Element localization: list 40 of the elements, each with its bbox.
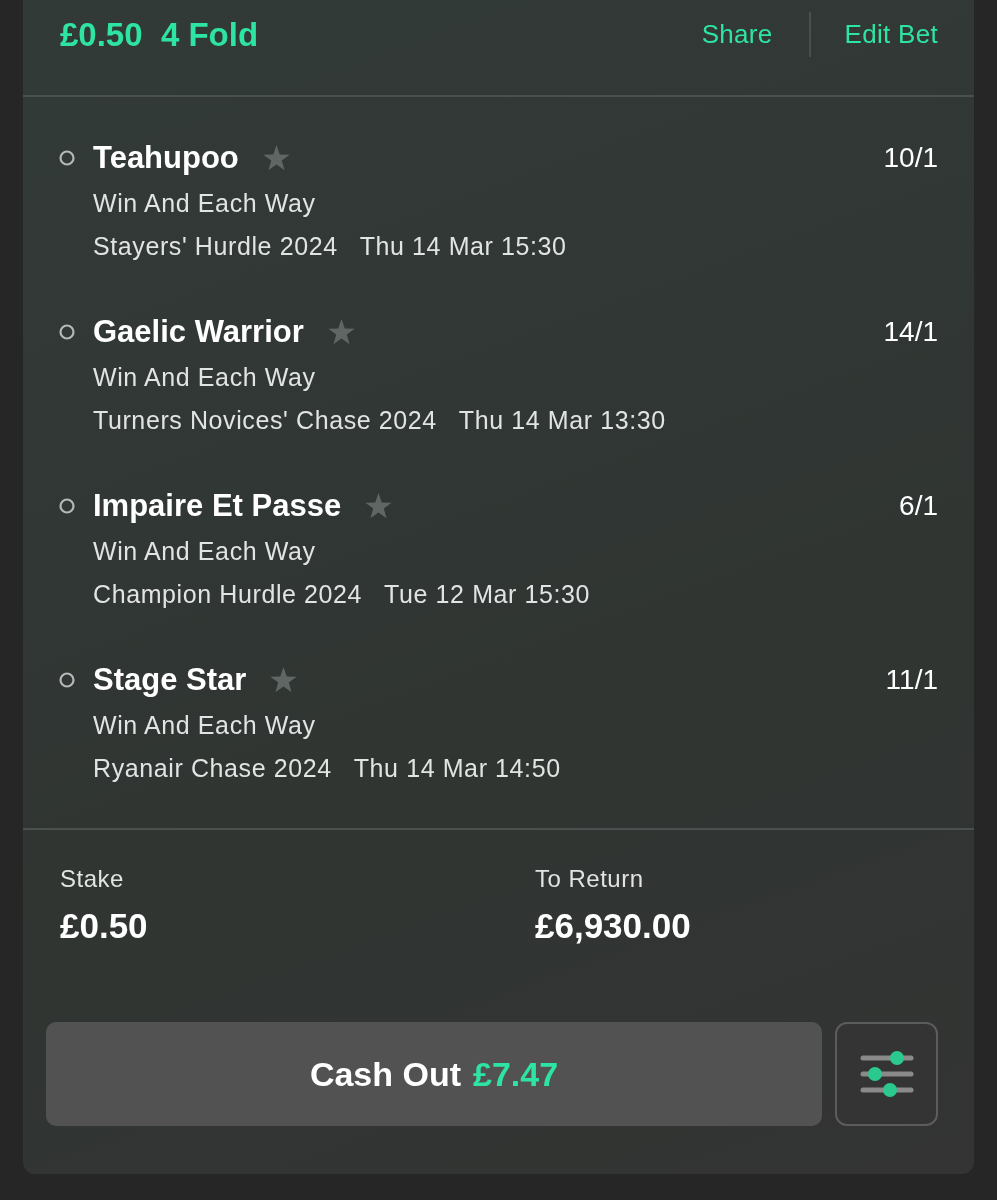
edit-bet-link[interactable]: Edit Bet bbox=[844, 12, 938, 57]
cash-out-amount: £7.47 bbox=[473, 1054, 559, 1094]
odds: 14/1 bbox=[883, 316, 938, 348]
event-name: Champion Hurdle 2024 bbox=[93, 579, 363, 609]
cash-out-button[interactable]: Cash Out £7.47 bbox=[46, 1022, 822, 1126]
star-icon[interactable] bbox=[327, 319, 355, 345]
odds: 11/1 bbox=[885, 664, 938, 696]
odds: 10/1 bbox=[883, 142, 938, 174]
selection-name: Impaire Et Passe bbox=[93, 488, 342, 524]
star-icon[interactable] bbox=[262, 145, 290, 171]
event-time: Thu 14 Mar 15:30 bbox=[359, 231, 567, 261]
star-icon[interactable] bbox=[270, 667, 298, 693]
share-link[interactable]: Share bbox=[701, 12, 773, 57]
status-circle-icon bbox=[59, 324, 75, 340]
bet-title: £0.50 4 Fold bbox=[60, 15, 259, 55]
market-name: Win And Each Way bbox=[93, 536, 316, 567]
sliders-icon bbox=[859, 1051, 914, 1097]
event-time: Tue 12 Mar 15:30 bbox=[384, 579, 591, 609]
settings-button[interactable] bbox=[835, 1022, 938, 1126]
selection-name: Stage Star bbox=[93, 662, 247, 698]
market-name: Win And Each Way bbox=[93, 362, 316, 393]
event-name: Turners Novices' Chase 2024 bbox=[93, 405, 437, 435]
market-name: Win And Each Way bbox=[93, 710, 316, 741]
market-name: Win And Each Way bbox=[93, 188, 316, 219]
return-label: To Return bbox=[535, 864, 644, 894]
event-time: Thu 14 Mar 13:30 bbox=[458, 405, 666, 435]
selection-name: Teahupoo bbox=[93, 140, 239, 176]
status-circle-icon bbox=[59, 498, 75, 514]
stake-value: £0.50 bbox=[60, 905, 148, 947]
return-value: £6,930.00 bbox=[535, 905, 691, 947]
event-time: Thu 14 Mar 14:50 bbox=[353, 753, 561, 783]
stake-label: Stake bbox=[60, 864, 124, 894]
selection-name: Gaelic Warrior bbox=[93, 314, 304, 350]
event-name: Stayers' Hurdle 2024 bbox=[93, 231, 338, 261]
status-circle-icon bbox=[59, 150, 75, 166]
status-circle-icon bbox=[59, 672, 75, 688]
event-name: Ryanair Chase 2024 bbox=[93, 753, 332, 783]
star-icon[interactable] bbox=[365, 493, 393, 519]
odds: 6/1 bbox=[899, 490, 938, 522]
cash-out-label: Cash Out bbox=[309, 1054, 461, 1094]
